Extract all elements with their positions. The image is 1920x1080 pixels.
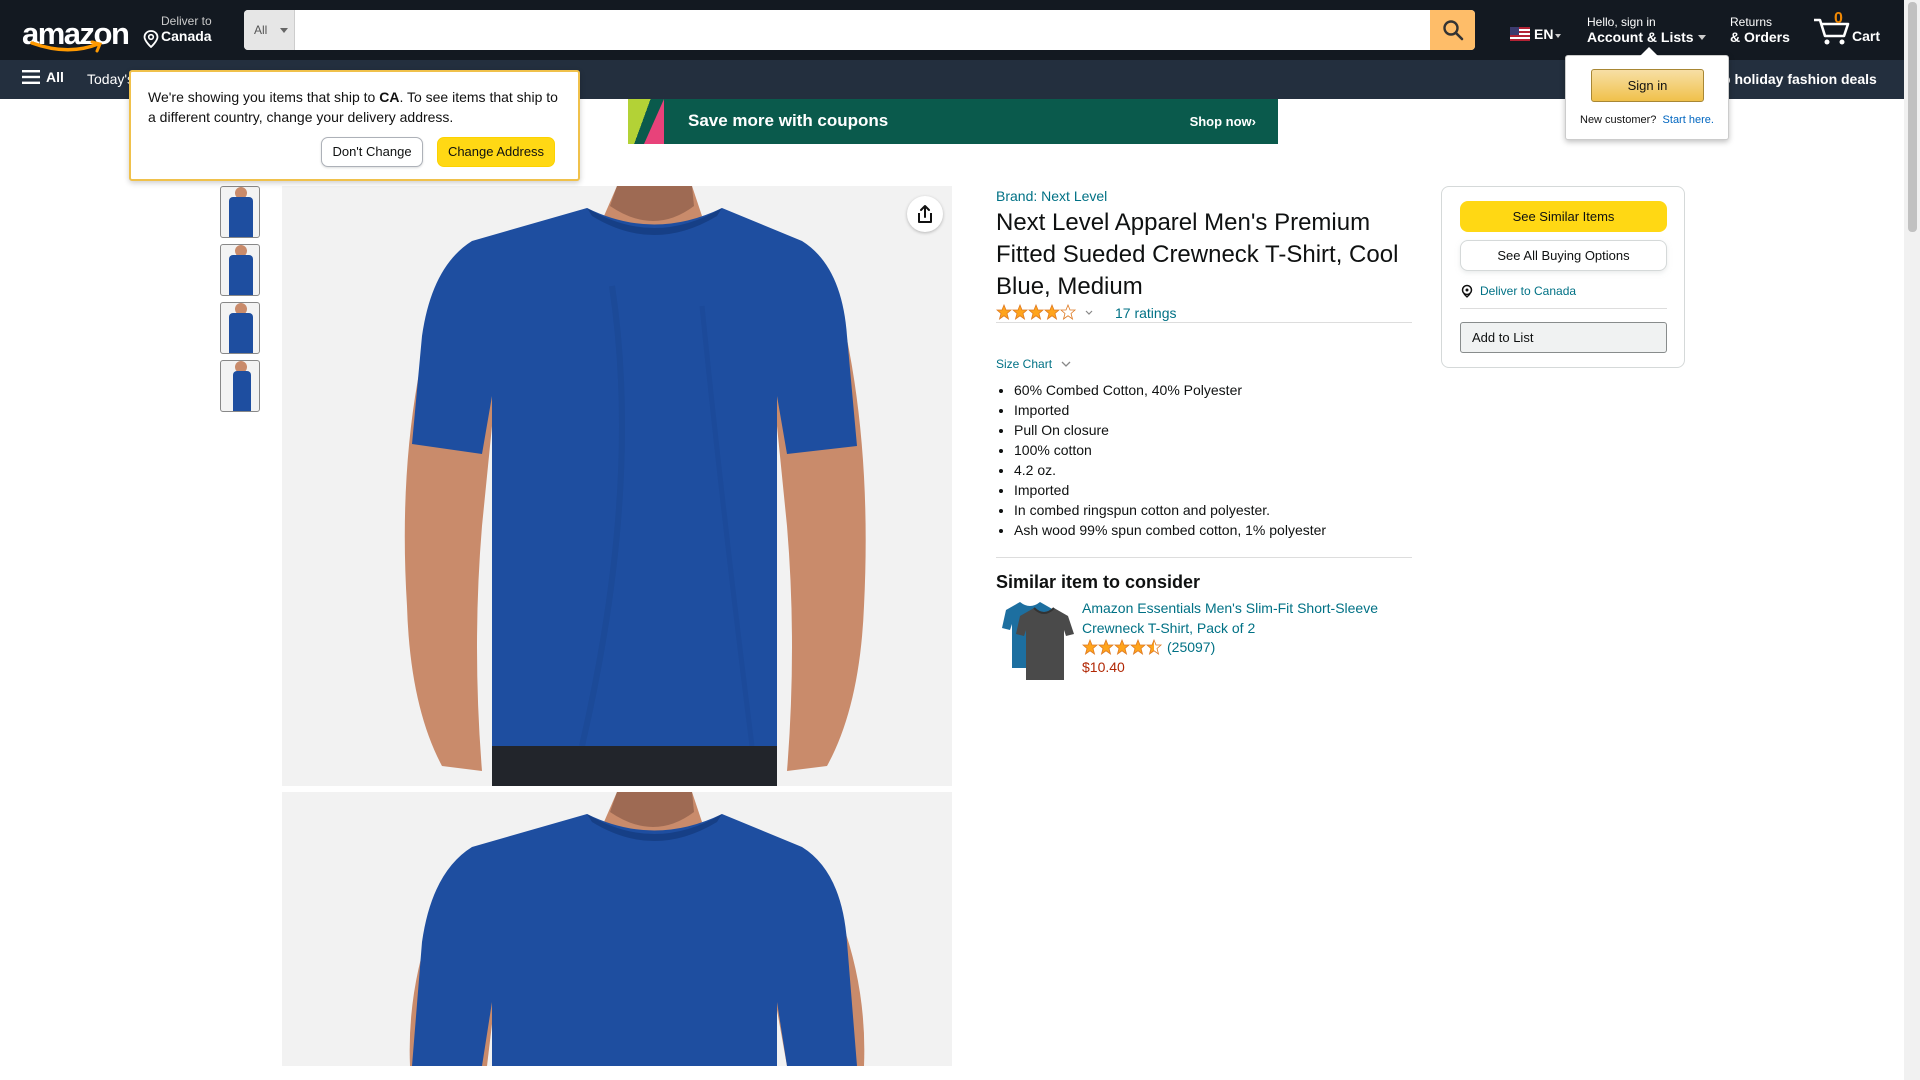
holiday-fashion-deals-link[interactable]: o holiday fashion deals [1722, 71, 1877, 87]
similar-item-rating[interactable]: (25097) [1082, 639, 1215, 655]
new-customer-prompt: New customer? Start here. [1580, 114, 1714, 126]
banner-decoration [644, 99, 664, 144]
thumbnail-shirt [229, 255, 253, 295]
product-feature-bullets: 60% Combed Cotton, 40% Polyester Importe… [1014, 380, 1404, 540]
banner-text: Save more with coupons [688, 111, 889, 130]
divider [1460, 308, 1667, 309]
all-menu-button[interactable]: All [22, 69, 64, 85]
change-address-button[interactable]: Change Address [437, 137, 555, 167]
ratings-count-link[interactable]: 17 ratings [1115, 305, 1176, 321]
sign-in-button[interactable]: Sign in [1591, 69, 1704, 102]
location-pin-icon [1461, 284, 1473, 298]
banner-cta[interactable]: Shop now› [1190, 114, 1256, 129]
deliver-to-label: Deliver to Canada [1480, 284, 1577, 298]
deliver-to-canada-link[interactable]: Deliver to Canada [1460, 284, 1576, 298]
thumbnail-shirt [233, 371, 251, 411]
orders-label: & Orders [1730, 29, 1790, 45]
share-icon [918, 205, 932, 223]
returns-label: Returns [1730, 15, 1773, 29]
similar-item-image[interactable] [998, 598, 1078, 682]
us-flag-icon [1510, 27, 1530, 41]
popover-arrow [1640, 47, 1658, 56]
size-chart-link[interactable]: Size Chart [996, 357, 1071, 371]
similar-item-title-link[interactable]: Amazon Essentials Men's Slim-Fit Short-S… [1082, 598, 1412, 638]
product-thumbnail[interactable] [220, 360, 260, 412]
logo-smile-icon [30, 40, 103, 53]
thumbnail-shirt [229, 197, 253, 237]
deliver-label: Deliver to [161, 14, 212, 28]
language-selector[interactable]: EN [1510, 26, 1562, 42]
chevron-down-icon [280, 28, 288, 33]
share-button[interactable] [907, 196, 943, 232]
scrollbar-thumb[interactable] [1908, 2, 1917, 232]
tshirt-pack-image [1002, 602, 1074, 680]
delivery-country-popover: We're showing you items that ship to CA.… [129, 70, 580, 181]
deliver-country: Canada [161, 28, 212, 44]
top-nav: amazon Deliver to Canada All EN Hello, s… [0, 0, 1904, 60]
feature-bullet: Ash wood 99% spun combed cotton, 1% poly… [1014, 520, 1404, 540]
chevron-down-icon [1061, 361, 1071, 367]
todays-deals-link[interactable]: Today's [87, 71, 134, 87]
feature-bullet: Imported [1014, 400, 1404, 420]
cart-label: Cart [1852, 28, 1881, 44]
returns-orders-link[interactable]: Returns & Orders [1730, 15, 1790, 45]
feature-bullet: 4.2 oz. [1014, 460, 1404, 480]
tshirt-model-image [282, 792, 952, 1066]
signin-popover: Sign in New customer? Start here. [1565, 47, 1729, 140]
feature-bullet: In combed ringspun cotton and polyester. [1014, 500, 1404, 520]
language-label: EN [1534, 26, 1554, 42]
message-text: We're showing you items that ship to [148, 89, 380, 105]
buy-box: See Similar Items See All Buying Options… [1441, 186, 1685, 368]
product-image-secondary[interactable] [282, 792, 952, 1066]
deliver-to-location[interactable]: Deliver to Canada [141, 14, 212, 48]
account-lists-menu[interactable]: Hello, sign in Account & Lists [1587, 15, 1706, 45]
size-chart-label: Size Chart [996, 357, 1053, 371]
feature-bullet: 100% cotton [1014, 440, 1404, 460]
feature-bullet: 60% Combed Cotton, 40% Polyester [1014, 380, 1404, 400]
star-rating-icon [996, 304, 1093, 320]
product-thumbnail[interactable] [220, 302, 260, 354]
country-code: CA [379, 89, 400, 105]
similar-item-rating-count: (25097) [1167, 639, 1216, 655]
delivery-country-message: We're showing you items that ship to CA.… [148, 87, 568, 127]
search-category-label: All [254, 23, 268, 37]
product-title: Next Level Apparel Men's Premium Fitted … [996, 209, 1399, 300]
cart-button[interactable]: 0 Cart [1812, 10, 1884, 50]
coupon-banner[interactable]: Save more with coupons Shop now› [628, 99, 1278, 144]
cart-count: 0 [1834, 10, 1843, 27]
brand-link[interactable]: Brand: Next Level [996, 188, 1107, 204]
search-button[interactable] [1430, 10, 1475, 50]
search-input[interactable] [295, 10, 1425, 50]
add-to-list-button[interactable]: Add to List [1460, 322, 1667, 353]
search-category-dropdown[interactable]: All [244, 10, 295, 50]
dont-change-button[interactable]: Don't Change [321, 137, 423, 167]
feature-bullet: Imported [1014, 480, 1404, 500]
account-greeting: Hello, sign in [1587, 15, 1656, 29]
cart-icon [1814, 18, 1850, 45]
similar-item-price: $10.40 [1082, 659, 1125, 675]
location-pin-icon [143, 30, 159, 48]
hamburger-menu-icon [22, 70, 40, 84]
feature-bullet: Pull On closure [1014, 420, 1404, 440]
amazon-logo[interactable]: amazon [20, 10, 130, 53]
main-product-image[interactable] [282, 186, 952, 786]
search-icon [1442, 20, 1463, 41]
star-rating-icon [1082, 639, 1162, 655]
new-customer-text: New customer? [1580, 114, 1657, 126]
product-thumbnail[interactable] [220, 244, 260, 296]
see-similar-items-button[interactable]: See Similar Items [1460, 201, 1667, 232]
tshirt-model-image [282, 186, 952, 786]
search-bar: All [244, 10, 1475, 50]
chevron-down-icon [1555, 34, 1562, 38]
divider [996, 322, 1412, 323]
product-thumbnail[interactable] [220, 186, 260, 238]
chevron-down-icon [1697, 35, 1706, 40]
see-all-buying-options-button[interactable]: See All Buying Options [1460, 240, 1667, 271]
thumbnail-shirt [229, 313, 253, 353]
similar-item-heading: Similar item to consider [996, 572, 1201, 592]
divider [996, 557, 1412, 558]
account-label: Account & Lists [1587, 29, 1694, 45]
all-menu-label: All [46, 69, 64, 85]
start-here-link[interactable]: Start here. [1663, 114, 1714, 126]
